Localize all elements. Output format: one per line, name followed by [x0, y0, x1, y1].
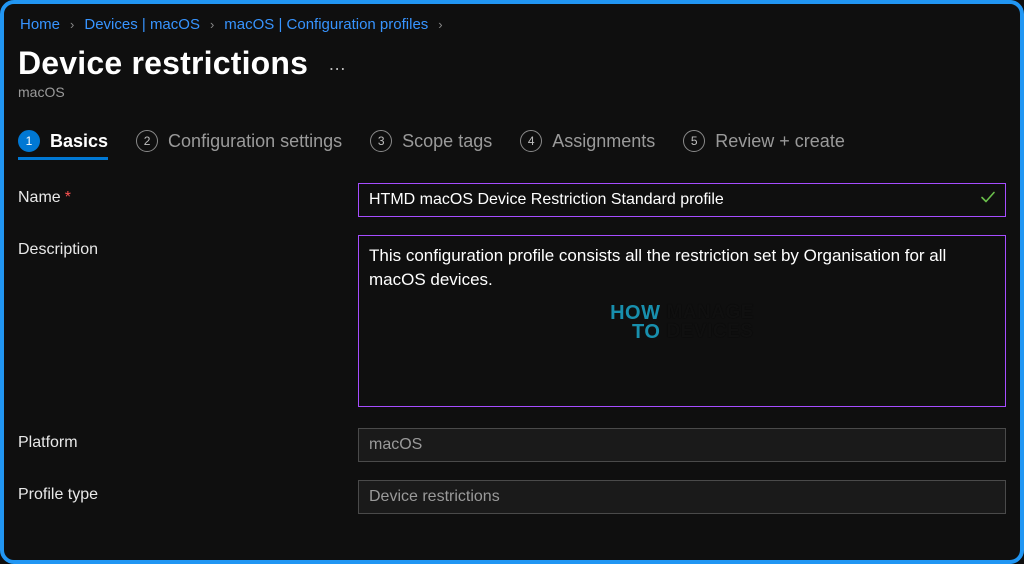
- step-scope-tags[interactable]: 3 Scope tags: [370, 130, 492, 160]
- step-configuration-settings[interactable]: 2 Configuration settings: [136, 130, 342, 160]
- step-number-icon: 2: [136, 130, 158, 152]
- step-label: Basics: [50, 131, 108, 152]
- chevron-right-icon: ›: [438, 17, 442, 32]
- platform-readonly: macOS: [358, 428, 1006, 462]
- breadcrumb: Home › Devices | macOS › macOS | Configu…: [18, 14, 1006, 39]
- page-subtitle: macOS: [18, 84, 1006, 100]
- profile-type-readonly: Device restrictions: [358, 480, 1006, 514]
- step-review-create[interactable]: 5 Review + create: [683, 130, 845, 160]
- form-basics: Name* Description This configuration pro…: [18, 183, 1006, 514]
- step-basics[interactable]: 1 Basics: [18, 130, 108, 160]
- step-label: Scope tags: [402, 131, 492, 152]
- more-actions-button[interactable]: …: [328, 54, 348, 75]
- step-label: Review + create: [715, 131, 845, 152]
- required-icon: *: [65, 189, 71, 206]
- description-textarea[interactable]: This configuration profile consists all …: [358, 235, 1006, 407]
- label-name: Name*: [18, 183, 358, 207]
- page-title: Device restrictions: [18, 45, 308, 82]
- step-label: Assignments: [552, 131, 655, 152]
- breadcrumb-devices-macos[interactable]: Devices | macOS: [84, 16, 200, 33]
- step-number-icon: 1: [18, 130, 40, 152]
- label-description: Description: [18, 235, 358, 259]
- step-number-icon: 5: [683, 130, 705, 152]
- chevron-right-icon: ›: [210, 17, 214, 32]
- step-number-icon: 3: [370, 130, 392, 152]
- label-platform: Platform: [18, 428, 358, 452]
- step-assignments[interactable]: 4 Assignments: [520, 130, 655, 160]
- label-profile-type: Profile type: [18, 480, 358, 504]
- step-label: Configuration settings: [168, 131, 342, 152]
- chevron-right-icon: ›: [70, 17, 74, 32]
- breadcrumb-config-profiles[interactable]: macOS | Configuration profiles: [224, 16, 428, 33]
- wizard-steps: 1 Basics 2 Configuration settings 3 Scop…: [18, 130, 1006, 161]
- step-number-icon: 4: [520, 130, 542, 152]
- breadcrumb-home[interactable]: Home: [20, 16, 60, 33]
- name-input[interactable]: [358, 183, 1006, 217]
